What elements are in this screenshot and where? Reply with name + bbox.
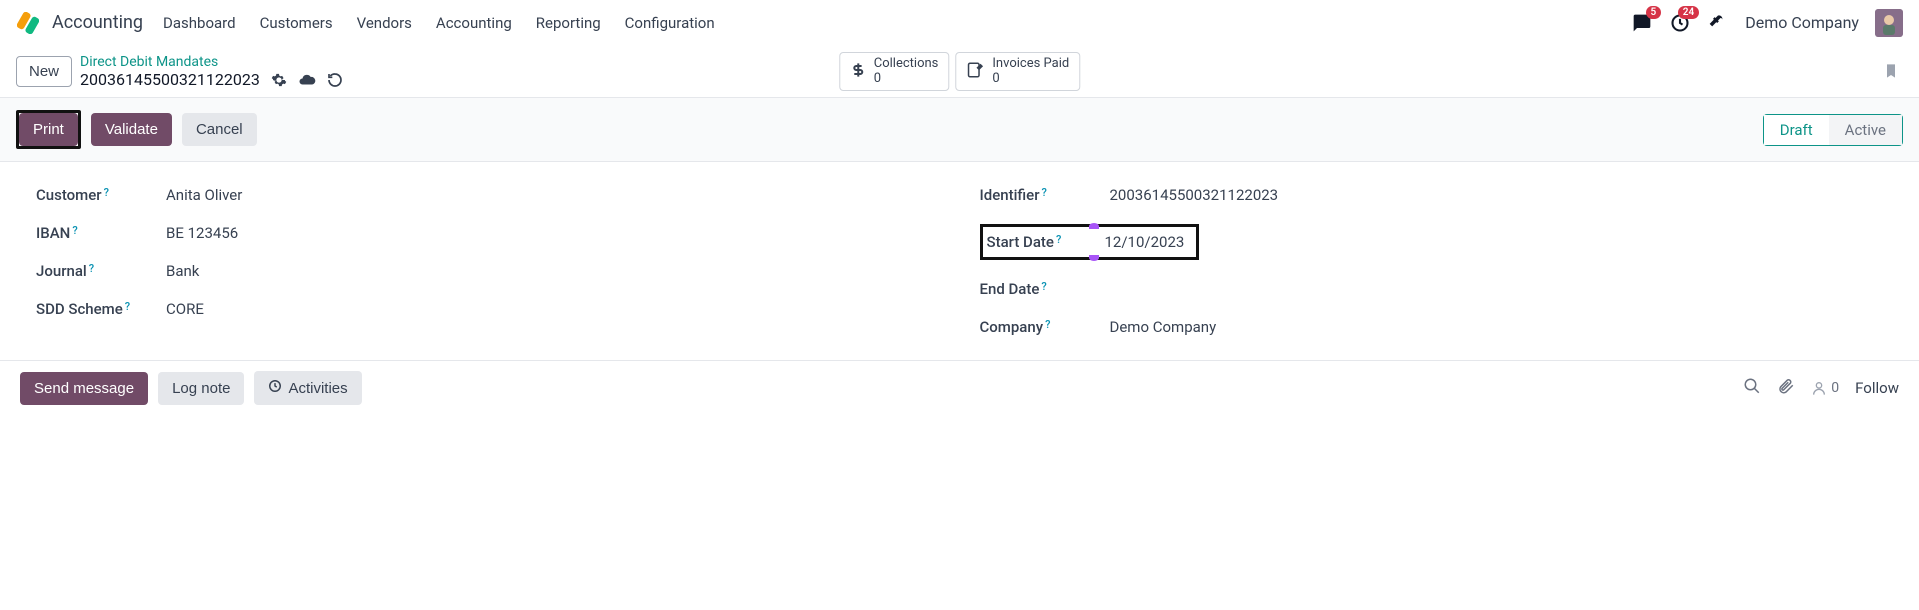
new-button[interactable]: New — [16, 56, 72, 87]
help-icon[interactable]: ? — [1045, 318, 1050, 331]
main-nav: Dashboard Customers Vendors Accounting R… — [163, 14, 715, 32]
scheme-label: SDD Scheme — [36, 300, 123, 318]
customer-field: Customer? Anita Oliver — [36, 186, 940, 204]
end-date-field: End Date? — [980, 280, 1884, 298]
help-icon[interactable]: ? — [1041, 280, 1046, 293]
journal-field: Journal? Bank — [36, 262, 940, 280]
status-active[interactable]: Active — [1829, 115, 1902, 145]
scheme-field: SDD Scheme? CORE — [36, 300, 940, 318]
stat-invoices-value: 0 — [992, 72, 1069, 87]
marker-bottom — [1089, 255, 1099, 261]
chatter-right: 0 Follow — [1743, 377, 1899, 399]
nav-accounting[interactable]: Accounting — [436, 14, 512, 32]
clock-small-icon — [268, 379, 282, 397]
iban-value[interactable]: BE 123456 — [166, 224, 238, 242]
clock-icon[interactable]: 24 — [1669, 12, 1691, 34]
company-field: Company? Demo Company — [980, 318, 1884, 336]
journal-label: Journal — [36, 262, 87, 280]
chat-badge: 5 — [1646, 6, 1662, 19]
control-bar: New Direct Debit Mandates 20036145500321… — [0, 46, 1919, 98]
status-bar: Draft Active — [1763, 114, 1903, 146]
bookmark-icon[interactable] — [1883, 60, 1903, 84]
identifier-field: Identifier? 20036145500321122023 — [980, 186, 1884, 204]
identifier-value[interactable]: 20036145500321122023 — [1110, 186, 1279, 204]
validate-button[interactable]: Validate — [91, 113, 172, 146]
activities-button[interactable]: Activities — [254, 371, 361, 405]
followers-num: 0 — [1831, 380, 1839, 396]
send-message-button[interactable]: Send message — [20, 372, 148, 405]
nav-configuration[interactable]: Configuration — [625, 14, 715, 32]
form-view: Customer? Anita Oliver IBAN? BE 123456 J… — [0, 162, 1919, 360]
activities-label: Activities — [288, 380, 347, 397]
journal-value[interactable]: Bank — [166, 262, 199, 280]
help-icon[interactable]: ? — [72, 224, 77, 237]
chatter-bar: Send message Log note Activities 0 Follo… — [0, 360, 1919, 415]
help-icon[interactable]: ? — [89, 262, 94, 275]
scheme-value[interactable]: CORE — [166, 300, 204, 318]
tools-icon[interactable] — [1707, 12, 1729, 34]
stat-invoices[interactable]: Invoices Paid 0 — [955, 52, 1080, 92]
form-right-column: Identifier? 20036145500321122023 Start D… — [980, 186, 1884, 336]
nav-dashboard[interactable]: Dashboard — [163, 14, 236, 32]
help-icon[interactable]: ? — [125, 300, 130, 313]
stat-buttons: Collections 0 Invoices Paid 0 — [839, 52, 1080, 92]
start-date-label: Start Date — [987, 233, 1054, 251]
start-date-value[interactable]: 12/10/2023 — [1097, 227, 1193, 257]
followers-count[interactable]: 0 — [1811, 380, 1839, 396]
start-date-field: Start Date? 12/10/2023 — [980, 224, 1200, 260]
gear-icon[interactable] — [270, 71, 288, 89]
stat-collections[interactable]: Collections 0 — [839, 52, 950, 92]
help-icon[interactable]: ? — [104, 186, 109, 199]
nav-customers[interactable]: Customers — [260, 14, 333, 32]
app-title[interactable]: Accounting — [52, 12, 143, 33]
breadcrumb: Direct Debit Mandates 200361455003211220… — [80, 54, 344, 89]
nav-reporting[interactable]: Reporting — [536, 14, 601, 32]
help-icon[interactable]: ? — [1056, 233, 1061, 246]
follow-button[interactable]: Follow — [1855, 379, 1899, 397]
stat-collections-label: Collections — [874, 57, 939, 72]
customer-label: Customer — [36, 186, 102, 204]
stat-invoices-label: Invoices Paid — [992, 57, 1069, 72]
help-icon[interactable]: ? — [1042, 186, 1047, 199]
cloud-icon[interactable] — [298, 71, 316, 89]
topbar: Accounting Dashboard Customers Vendors A… — [0, 0, 1919, 46]
print-button[interactable]: Print — [19, 113, 78, 146]
company-value[interactable]: Demo Company — [1110, 318, 1217, 336]
nav-vendors[interactable]: Vendors — [357, 14, 412, 32]
app-logo-icon[interactable] — [16, 11, 40, 35]
undo-icon[interactable] — [326, 71, 344, 89]
action-bar: Print Validate Cancel Draft Active — [0, 98, 1919, 162]
log-note-button[interactable]: Log note — [158, 372, 244, 405]
attachment-icon[interactable] — [1777, 377, 1795, 399]
systray: 5 24 Demo Company — [1631, 9, 1903, 37]
iban-field: IBAN? BE 123456 — [36, 224, 940, 242]
iban-label: IBAN — [36, 224, 70, 242]
identifier-label: Identifier — [980, 186, 1040, 204]
user-avatar[interactable] — [1875, 9, 1903, 37]
end-date-label: End Date — [980, 280, 1040, 298]
stat-collections-value: 0 — [874, 72, 939, 87]
customer-value[interactable]: Anita Oliver — [166, 186, 242, 204]
search-icon[interactable] — [1743, 377, 1761, 399]
edit-icon — [966, 61, 984, 83]
dollar-icon — [850, 60, 866, 84]
breadcrumb-current: 20036145500321122023 — [80, 70, 260, 89]
form-left-column: Customer? Anita Oliver IBAN? BE 123456 J… — [36, 186, 940, 336]
activity-badge: 24 — [1678, 6, 1699, 19]
marker-top — [1089, 223, 1099, 229]
company-label: Company — [980, 318, 1044, 336]
cancel-button[interactable]: Cancel — [182, 113, 257, 146]
breadcrumb-parent[interactable]: Direct Debit Mandates — [80, 54, 344, 70]
chat-icon[interactable]: 5 — [1631, 12, 1653, 34]
company-name[interactable]: Demo Company — [1745, 13, 1859, 32]
print-highlight: Print — [16, 110, 81, 149]
status-draft[interactable]: Draft — [1764, 115, 1829, 145]
